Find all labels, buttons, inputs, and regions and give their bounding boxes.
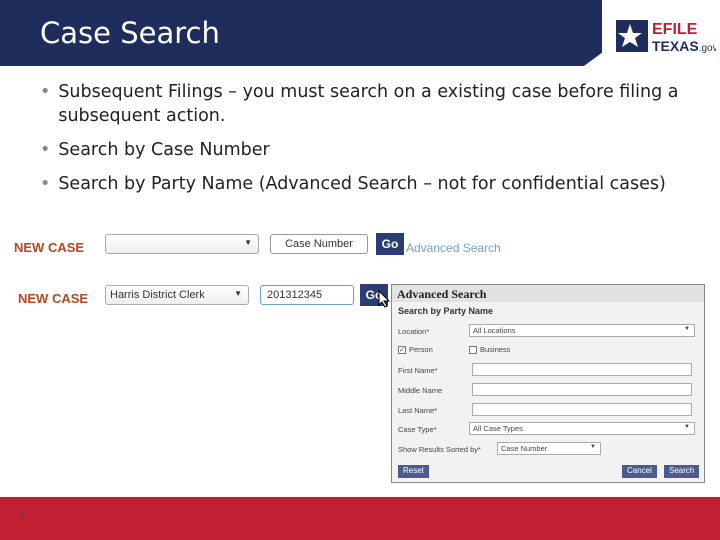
first-name-input[interactable]: [472, 363, 692, 376]
case-number-input[interactable]: 201312345: [260, 285, 354, 305]
middle-name-input[interactable]: [472, 383, 692, 396]
first-name-label: First Name*: [398, 366, 438, 375]
chevron-down-icon: ▼: [684, 424, 690, 430]
svg-text:TEXAS.gov: TEXAS.gov: [652, 38, 716, 54]
slide-header: Case Search: [0, 0, 602, 66]
bullet-1: • Subsequent Filings – you must search on…: [40, 82, 679, 126]
last-name-label: Last Name*: [398, 406, 438, 415]
slide-footer: [0, 497, 720, 540]
reset-button[interactable]: Reset: [398, 465, 429, 478]
checkbox-checked-icon: ✓: [398, 346, 406, 355]
svg-text:EFILE: EFILE: [652, 21, 698, 38]
cancel-button[interactable]: Cancel: [622, 465, 657, 478]
last-name-input[interactable]: [472, 403, 692, 416]
dialog-title: Advanced Search: [392, 285, 704, 302]
new-case-label: NEW CASE: [18, 291, 89, 306]
efile-texas-logo: EFILE TEXAS.gov: [616, 20, 716, 54]
chevron-down-icon: ▼: [244, 238, 252, 247]
sort-select[interactable]: Case Number ▼: [497, 442, 601, 455]
case-type-label: Case Type*: [398, 425, 437, 434]
chevron-down-icon: ▼: [590, 444, 596, 450]
sort-label: Show Results Sorted by*: [398, 445, 481, 454]
advanced-search-link[interactable]: Advanced Search: [406, 241, 501, 255]
location-select[interactable]: All Locations ▼: [469, 324, 695, 337]
location-select[interactable]: ▼: [105, 234, 259, 254]
chevron-down-icon: ▼: [684, 326, 690, 332]
bullet-2: • Search by Case Number: [40, 140, 270, 160]
case-type-select[interactable]: All Case Types ▼: [469, 422, 695, 435]
business-checkbox[interactable]: Business: [469, 345, 510, 355]
case-number-input[interactable]: Case Number: [270, 234, 368, 254]
page-title: Case Search: [40, 16, 220, 50]
dialog-subtitle: Search by Party Name: [398, 306, 494, 316]
chevron-down-icon: ▼: [234, 289, 242, 298]
go-button[interactable]: Go: [376, 233, 404, 255]
search-button[interactable]: Search: [664, 465, 700, 478]
location-select[interactable]: Harris District Clerk ▼: [105, 285, 249, 305]
new-case-label: NEW CASE: [14, 240, 85, 255]
location-label: Location*: [398, 327, 430, 336]
person-checkbox[interactable]: ✓ Person: [398, 345, 433, 355]
checkbox-icon: [469, 346, 477, 355]
middle-name-label: Middle Name: [398, 386, 443, 395]
advanced-search-dialog: Advanced Search Search by Party Name Loc…: [391, 284, 705, 483]
page-number: 3: [20, 510, 26, 520]
cursor-icon: [378, 290, 390, 308]
bullet-3: • Search by Party Name (Advanced Search –…: [40, 174, 666, 194]
